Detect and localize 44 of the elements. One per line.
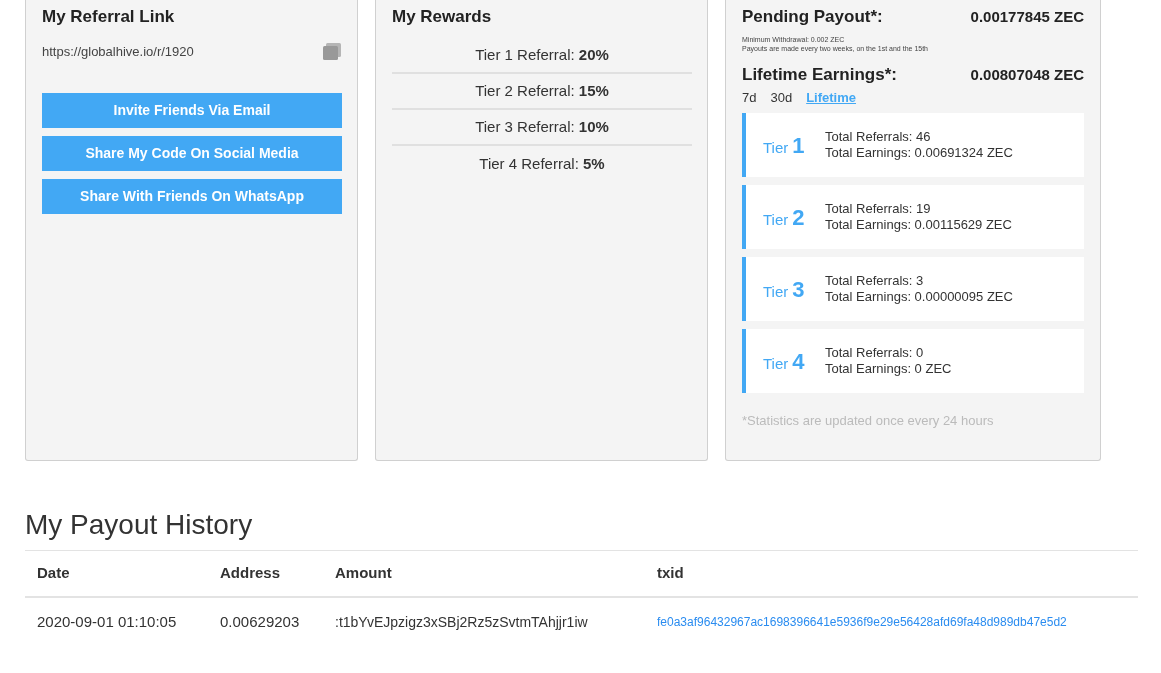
tier-label: Tier	[763, 209, 789, 230]
pending-payout-value: 0.00177845 ZEC	[970, 7, 1084, 27]
pending-payout-label: Pending Payout*:	[742, 6, 883, 29]
period-tab[interactable]: 7d	[742, 89, 757, 107]
tier-earnings: Total Earnings: 0.00115629 ZEC	[825, 217, 1012, 233]
reward-rate: Tier 4 Referral: 5%	[479, 153, 605, 174]
table-cell-text: 0.00629203	[220, 611, 301, 632]
tier-referrals: Total Referrals: 19	[825, 201, 932, 217]
txid-link[interactable]: fe0a3af96432967ac1698396641e5936f9e29e56428afd69fa48d989db47e5d2	[657, 613, 1067, 631]
table-cell-text: :t1bYvEJpzigz3xSBj2Rz5zSvtmTAhjjr1iw	[335, 612, 589, 632]
referral-url-text: https://globalhive.io/r/1920	[42, 43, 194, 61]
share-button[interactable]: Share With Friends On WhatsApp	[42, 178, 342, 214]
table-cell-text: 2020-09-01 01:10:05	[37, 611, 178, 632]
tier-earnings: Total Earnings: 0 ZEC	[825, 361, 952, 377]
tier-label: Tier	[763, 137, 789, 158]
tier-referrals: Total Referrals: 46	[825, 129, 932, 145]
tier-earnings: Total Earnings: 0.00691324 ZEC	[825, 145, 1013, 161]
copy-icon[interactable]	[323, 43, 341, 61]
column-header: Address	[220, 563, 282, 584]
tier-label: Tier	[763, 281, 789, 302]
column-header: Amount	[335, 563, 393, 584]
column-header: txid	[657, 563, 684, 584]
tier-referrals: Total Referrals: 0	[825, 345, 925, 361]
tier-number: 3	[792, 275, 805, 304]
share-button[interactable]: Share My Code On Social Media	[42, 135, 342, 171]
statistics-footnote: *Statistics are updated once every 24 hours	[742, 412, 995, 430]
column-header: Date	[37, 563, 71, 584]
lifetime-earnings-label: Lifetime Earnings*:	[742, 63, 897, 86]
reward-rate: Tier 3 Referral: 10%	[475, 116, 609, 137]
tier-referrals: Total Referrals: 3	[825, 273, 925, 289]
tier-earnings: Total Earnings: 0.00000095 ZEC	[825, 289, 1013, 305]
section-heading: My Payout History	[25, 508, 254, 542]
reward-rate: Tier 1 Referral: 20%	[475, 44, 609, 65]
tier-label: Tier	[763, 353, 789, 374]
lifetime-earnings-value: 0.00807048 ZEC	[970, 64, 1084, 85]
reward-rate: Tier 2 Referral: 15%	[475, 80, 609, 101]
tier-number: 1	[792, 131, 805, 160]
card-title: My Referral Link	[42, 6, 176, 28]
card-title: My Rewards	[392, 6, 493, 28]
tier-number: 4	[792, 347, 805, 376]
period-tab[interactable]: Lifetime	[806, 89, 856, 107]
share-button[interactable]: Invite Friends Via Email	[42, 92, 342, 128]
tier-number: 2	[792, 203, 805, 232]
period-tab[interactable]: 30d	[770, 89, 793, 107]
